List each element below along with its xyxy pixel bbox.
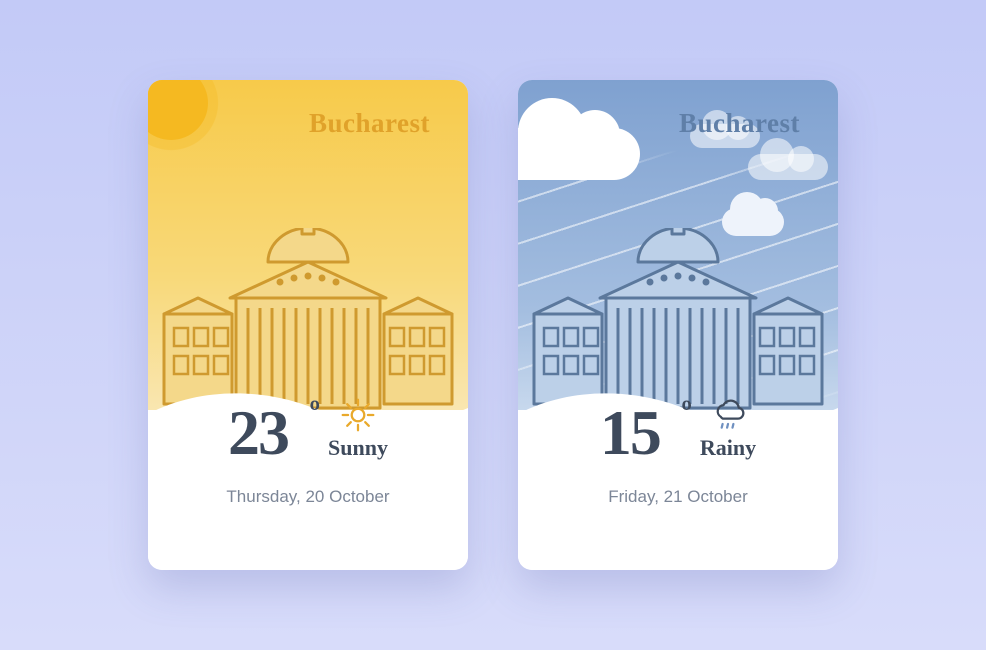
condition-label: Sunny: [328, 435, 388, 461]
city-name: Bucharest: [309, 108, 430, 139]
date-label: Friday, 21 October: [518, 487, 838, 507]
weather-card-sunny: Bucharest: [148, 80, 468, 570]
sun-small-icon: [340, 397, 376, 433]
city-name: Bucharest: [679, 108, 800, 139]
info-panel: 23º Sunny Thursday, 20 October: [148, 393, 468, 548]
weather-card-rainy: Bucharest: [518, 80, 838, 570]
cloud-icon: [518, 128, 640, 180]
condition-label: Rainy: [700, 435, 756, 461]
temperature-value: 15º: [600, 401, 660, 465]
date-label: Thursday, 20 October: [148, 487, 468, 507]
sun-icon: [148, 80, 208, 140]
info-panel: 15º Rainy Friday, 21 October: [518, 393, 838, 548]
cloud-icon: [748, 154, 828, 180]
rain-cloud-icon: [710, 397, 746, 433]
temperature-value: 23º: [228, 401, 288, 465]
